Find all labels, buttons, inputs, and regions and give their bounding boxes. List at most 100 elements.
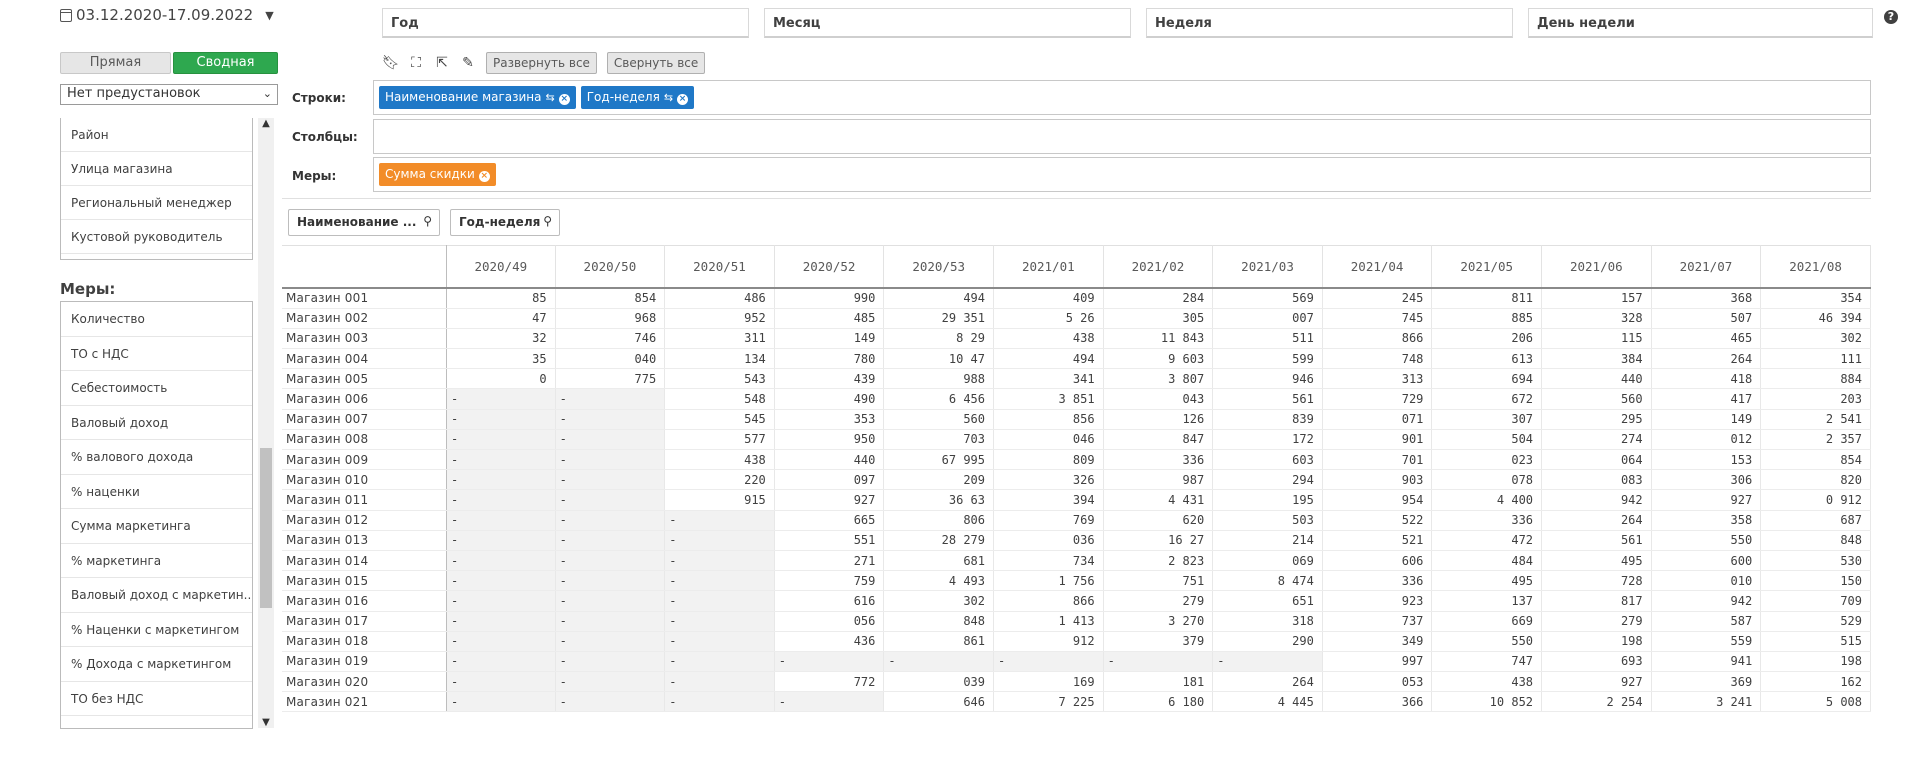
store-name-cell[interactable]: Магазин 005 — [282, 368, 447, 390]
value-cell: 997 — [1322, 651, 1433, 673]
value-cell: - — [883, 651, 994, 673]
store-name-cell[interactable]: Магазин 007 — [282, 409, 447, 430]
table-row: Магазин 019- - - - - - - -997 747 693 941 198 — [282, 651, 1871, 673]
week-column-header[interactable]: 2021/08 — [1760, 245, 1871, 289]
measure-item[interactable]: ТО с НДС — [61, 337, 252, 371]
store-name-cell[interactable]: Магазин 013 — [282, 530, 447, 551]
measure-item[interactable]: % маркетинга — [61, 544, 252, 578]
remove-icon[interactable]: × — [478, 171, 490, 182]
week-column-header[interactable]: 2021/04 — [1322, 245, 1433, 289]
row-chip[interactable]: Наименование магазина ⇆ × — [379, 86, 576, 109]
store-name-cell[interactable]: Магазин 010 — [282, 469, 447, 491]
measure-item[interactable]: % наценки — [61, 475, 252, 509]
week-column-header[interactable]: 2021/07 — [1651, 245, 1762, 289]
remove-icon[interactable]: × — [558, 94, 570, 105]
measure-item[interactable]: Сумма маркетинга — [61, 509, 252, 544]
filter-month[interactable]: Месяц — [764, 8, 1131, 38]
store-name-cell[interactable]: Магазин 018 — [282, 631, 447, 652]
store-name-cell[interactable]: Магазин 011 — [282, 489, 447, 511]
remove-icon[interactable]: × — [677, 94, 689, 105]
week-column-header[interactable]: 2020/50 — [555, 245, 666, 289]
week-column-header[interactable]: 2021/01 — [993, 245, 1104, 289]
store-name-cell[interactable]: Магазин 009 — [282, 449, 447, 471]
measure-item[interactable]: Валовый доход с маркетин... — [61, 578, 252, 613]
help-icon[interactable]: ? — [1884, 10, 1898, 24]
swap-icon[interactable]: ⇆ — [546, 91, 555, 104]
week-column-header[interactable]: 2020/52 — [774, 245, 885, 289]
row-chip[interactable]: Год-неделя ⇆ × — [580, 86, 695, 109]
store-name-cell[interactable]: Магазин 019 — [282, 651, 447, 673]
week-column-header[interactable]: 2021/03 — [1212, 245, 1323, 289]
store-name-cell[interactable]: Магазин 003 — [282, 328, 447, 350]
measure-item[interactable]: ТО без НДС — [61, 682, 252, 716]
store-name-cell[interactable]: Магазин 012 — [282, 510, 447, 531]
store-name-cell[interactable]: Магазин 016 — [282, 590, 447, 612]
value-cell: - — [555, 429, 666, 451]
measure-item[interactable]: % Дохода с маркетингом — [61, 647, 252, 682]
value-cell: 439 — [774, 368, 885, 390]
swap-icon[interactable]: ⇆ — [664, 91, 673, 104]
store-name-cell[interactable]: Магазин 015 — [282, 570, 447, 592]
measure-chip[interactable]: Сумма скидки × — [379, 163, 496, 186]
expand-all-button[interactable]: Развернуть все — [486, 52, 597, 74]
value-cell: 4 400 — [1431, 489, 1543, 511]
value-cell: 379 — [1103, 631, 1214, 652]
filter-year[interactable]: Год — [382, 8, 749, 38]
week-column-header[interactable]: 2021/02 — [1103, 245, 1214, 289]
value-cell: - — [774, 691, 885, 713]
dimension-item[interactable]: Улица магазина — [61, 152, 252, 186]
store-name-cell[interactable]: Магазин 004 — [282, 348, 447, 370]
dimension-item[interactable]: Кустовой руководитель — [61, 220, 252, 254]
store-name-cell[interactable]: Магазин 017 — [282, 611, 447, 632]
search-icon[interactable]: ⚲ — [423, 214, 432, 228]
preset-dropdown[interactable]: Нет предустановок ⌄ — [60, 84, 278, 105]
value-cell: 326 — [993, 469, 1104, 491]
columns-dropzone[interactable] — [373, 119, 1871, 154]
value-cell: 530 — [1760, 550, 1871, 572]
filter-week[interactable]: Неделя — [1146, 8, 1513, 38]
dimension-item[interactable]: Региональный менеджер — [61, 186, 252, 220]
store-name-cell[interactable]: Магазин 002 — [282, 308, 447, 329]
week-column-header[interactable]: 2020/53 — [883, 245, 994, 289]
measure-item[interactable]: % Наценки с маркетингом — [61, 613, 252, 647]
week-column-header[interactable]: 2020/49 — [446, 245, 556, 289]
bookmark-icon[interactable]: 🔖︎ — [382, 55, 400, 71]
measure-item[interactable]: Валовый доход — [61, 406, 252, 440]
date-range-filter[interactable]: 03.12.2020-17.09.2022 ▼ — [60, 6, 274, 24]
measures-dropzone[interactable]: Сумма скидки × — [373, 157, 1871, 192]
store-name-cell[interactable]: Магазин 014 — [282, 550, 447, 572]
store-name-cell[interactable]: Магазин 021 — [282, 691, 447, 713]
scroll-up-icon[interactable]: ▲ — [258, 118, 274, 129]
value-cell: 942 — [1651, 590, 1762, 612]
week-column-header[interactable]: 2021/06 — [1541, 245, 1652, 289]
dim-search-label: Год-неделя — [459, 215, 541, 229]
chip-label: Сумма скидки — [385, 167, 475, 181]
measure-item[interactable]: Количество — [61, 302, 252, 337]
scroll-thumb[interactable] — [260, 448, 272, 608]
filter-weekday[interactable]: День недели — [1528, 8, 1873, 38]
measure-item[interactable]: % валового дохода — [61, 440, 252, 475]
store-name-cell[interactable]: Магазин 020 — [282, 671, 447, 693]
week-column-header[interactable]: 2021/05 — [1431, 245, 1543, 289]
edit-icon[interactable]: ✎ — [460, 55, 476, 71]
store-name-cell[interactable]: Магазин 006 — [282, 388, 447, 410]
value-cell: 3 270 — [1103, 611, 1214, 632]
caret-down-icon[interactable]: ▼ — [265, 9, 273, 22]
dimension-item[interactable]: Район — [61, 118, 252, 152]
scroll-down-icon[interactable]: ▼ — [258, 717, 274, 728]
store-name-cell[interactable]: Магазин 001 — [282, 288, 447, 309]
direct-mode-button[interactable]: Прямая — [60, 52, 171, 74]
fields-scrollbar[interactable]: ▲ ▼ — [258, 118, 274, 728]
export-icon[interactable]: ⇱ — [434, 55, 450, 71]
rows-dropzone[interactable]: Наименование магазина ⇆ × Год-неделя ⇆ × — [373, 80, 1871, 115]
measure-item[interactable]: Средняя цена — [61, 716, 252, 728]
store-dimension-search[interactable]: Наименование ... ⚲ — [288, 209, 440, 236]
snapshot-icon[interactable]: ⛶ — [408, 55, 424, 71]
week-dimension-search[interactable]: Год-неделя ⚲ — [450, 209, 560, 236]
pivot-mode-button[interactable]: Сводная — [173, 52, 278, 74]
search-icon[interactable]: ⚲ — [543, 214, 552, 228]
week-column-header[interactable]: 2020/51 — [664, 245, 775, 289]
measure-item[interactable]: Себестоимость — [61, 371, 252, 406]
store-name-cell[interactable]: Магазин 008 — [282, 429, 447, 451]
collapse-all-button[interactable]: Свернуть все — [606, 52, 706, 74]
